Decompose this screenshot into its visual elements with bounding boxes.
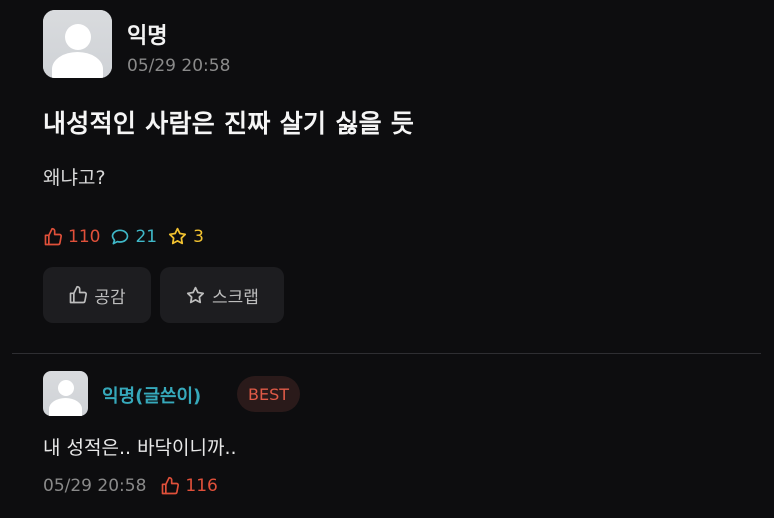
like-button-label: 공감 (94, 287, 126, 308)
post-title: 내성적인 사람은 진짜 살기 싫을 듯 (43, 109, 415, 138)
comment-author-name[interactable]: 익명(글쓴이) (102, 382, 201, 408)
scrap-count-value: 3 (193, 226, 204, 247)
scrap-button[interactable]: 스크랩 (160, 267, 284, 323)
comment-text: 내 성적은.. 바닥이니까.. (43, 437, 237, 459)
comment-timestamp: 05/29 20:58 (43, 476, 147, 496)
scrap-count: 3 (167, 226, 204, 247)
like-count-value: 110 (68, 226, 101, 247)
comment-count-value: 21 (135, 226, 158, 247)
comment-like[interactable]: 116 (160, 476, 218, 496)
speech-bubble-icon (112, 229, 129, 244)
comment-like-count: 116 (185, 476, 218, 496)
like-button[interactable]: 공감 (43, 267, 151, 323)
comment-author-avatar[interactable] (43, 371, 88, 416)
comment-count: 21 (110, 227, 157, 247)
thumbs-up-icon (162, 476, 180, 495)
post-timestamp: 05/29 20:58 (127, 56, 231, 76)
divider (12, 353, 761, 354)
comment-meta: 05/29 20:58 116 (43, 476, 218, 496)
thumbs-up-icon (70, 285, 88, 304)
author-avatar[interactable] (43, 10, 112, 78)
post-stats: 110 21 3 (43, 226, 214, 247)
like-count: 110 (43, 227, 100, 247)
star-icon (169, 227, 187, 245)
author-name[interactable]: 익명 (127, 18, 167, 50)
star-icon (186, 286, 205, 303)
thumbs-up-icon (44, 227, 63, 245)
scrap-button-label: 스크랩 (212, 287, 259, 308)
best-badge: BEST (237, 376, 301, 412)
post-body: 왜냐고? (43, 167, 106, 189)
